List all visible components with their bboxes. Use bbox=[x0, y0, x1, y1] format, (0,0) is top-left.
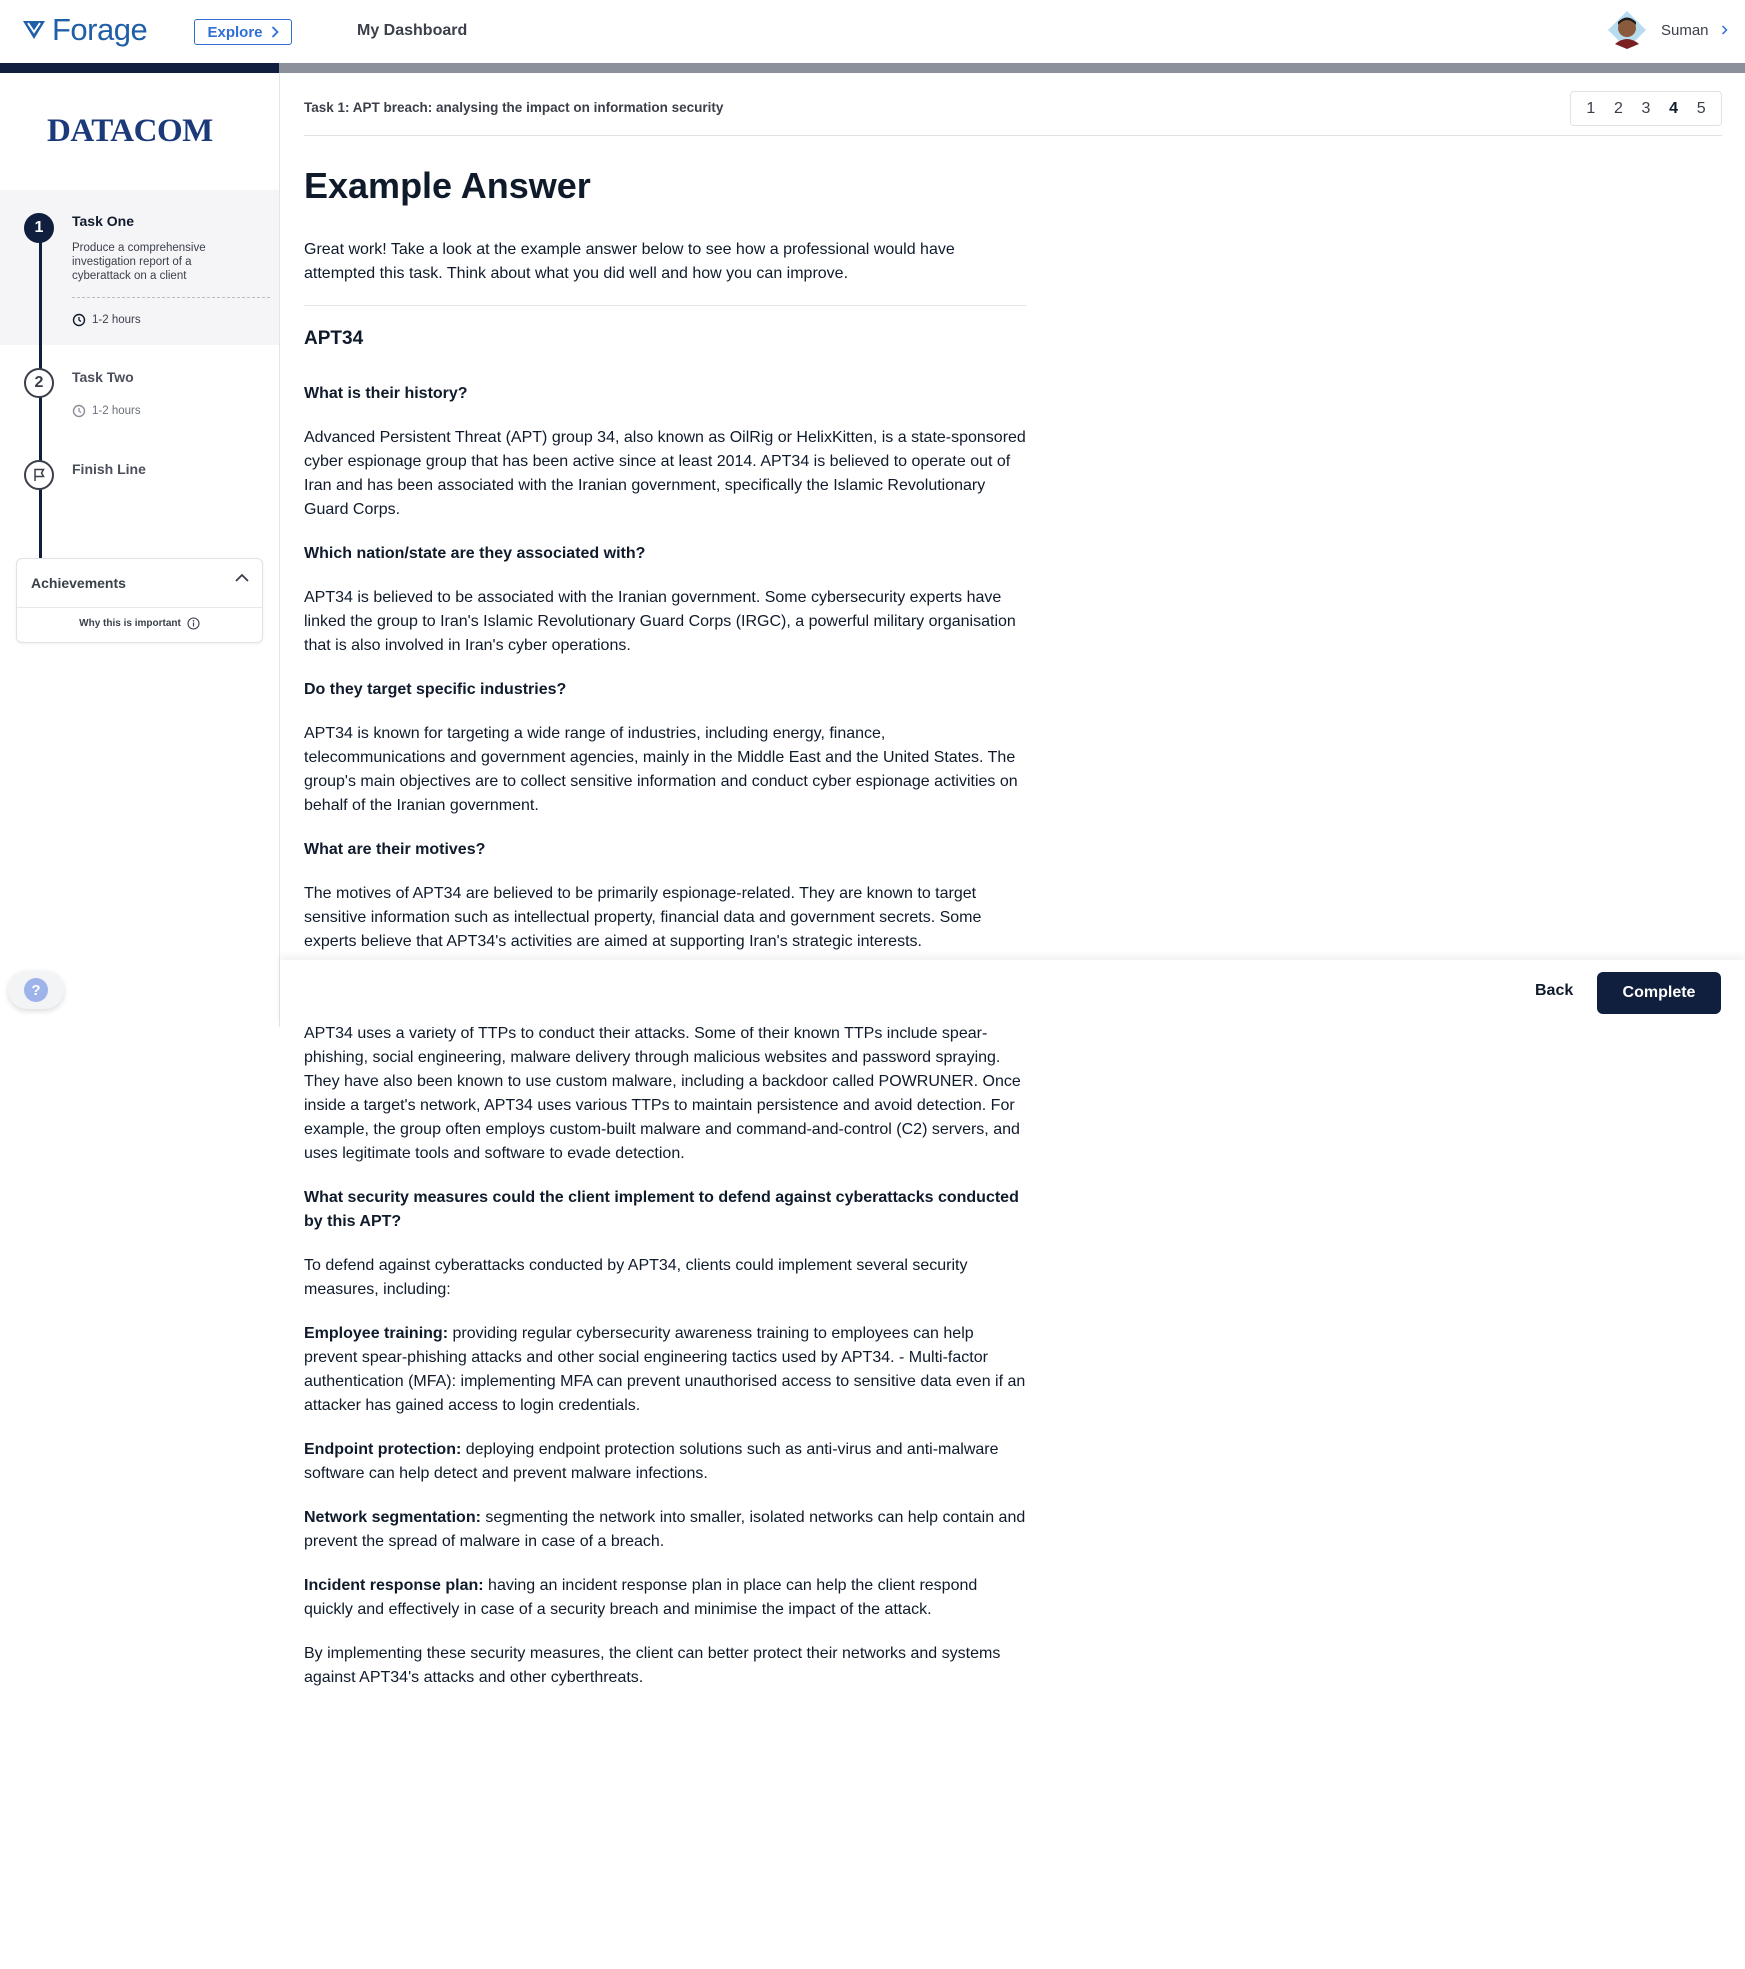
answer-nation: APT34 is believed to be associated with … bbox=[304, 589, 1016, 654]
answer-motives: The motives of APT34 are believed to be … bbox=[304, 885, 982, 950]
help-icon: ? bbox=[24, 978, 48, 1002]
content-divider bbox=[304, 305, 1026, 306]
divider bbox=[72, 297, 270, 298]
my-dashboard-link[interactable]: My Dashboard bbox=[357, 22, 467, 40]
forage-logo-icon bbox=[23, 21, 45, 39]
why-important-label: Why this is important bbox=[79, 618, 181, 629]
measure-employee-training: Employee training: providing regular cyb… bbox=[304, 1322, 1026, 1418]
explore-label: Explore bbox=[207, 23, 263, 41]
measure-label: Employee training: bbox=[304, 1325, 449, 1342]
task-two-duration: 1-2 hours bbox=[72, 404, 141, 418]
header-divider bbox=[304, 135, 1722, 136]
sidebar: DATACOM 1 Task One Produce a comprehensi… bbox=[0, 73, 280, 1027]
finish-line-step bbox=[24, 460, 54, 490]
answer-industries: APT34 is known for targeting a wide rang… bbox=[304, 725, 1018, 814]
pager-step-5[interactable]: 5 bbox=[1690, 100, 1712, 118]
step-number-1: 1 bbox=[24, 213, 54, 243]
measure-network-segmentation: Network segmentation: segmenting the net… bbox=[304, 1506, 1026, 1554]
achievements-title: Achievements bbox=[31, 575, 126, 591]
avatar bbox=[1607, 10, 1647, 50]
task-pager: 1 2 3 4 5 bbox=[1570, 91, 1722, 126]
measure-label: Endpoint protection: bbox=[304, 1441, 462, 1458]
measure-endpoint-protection: Endpoint protection: deploying endpoint … bbox=[304, 1438, 1026, 1486]
closing-text: By implementing these security measures,… bbox=[304, 1645, 1001, 1686]
achievements-panel: Achievements Why this is important bbox=[16, 558, 263, 643]
back-button[interactable]: Back bbox=[1535, 982, 1573, 1000]
measure-label: Incident response plan: bbox=[304, 1577, 484, 1594]
finish-line-title[interactable]: Finish Line bbox=[72, 461, 146, 477]
task-two-title[interactable]: Task Two bbox=[72, 369, 134, 385]
step-number-2: 2 bbox=[24, 368, 54, 398]
duration-label: 1-2 hours bbox=[92, 314, 141, 326]
section-title: APT34 bbox=[304, 328, 364, 349]
progress-fill bbox=[0, 63, 280, 73]
clock-icon bbox=[72, 404, 86, 418]
page-title: Example Answer bbox=[304, 165, 591, 206]
chevron-right-icon bbox=[271, 26, 279, 38]
progress-bar bbox=[0, 63, 1745, 73]
pager-step-3[interactable]: 3 bbox=[1635, 100, 1657, 118]
task-one-duration: 1-2 hours bbox=[72, 313, 141, 327]
info-icon bbox=[187, 617, 200, 630]
flag-icon bbox=[34, 468, 45, 481]
measure-incident-response: Incident response plan: having an incide… bbox=[304, 1574, 1026, 1622]
complete-button[interactable]: Complete bbox=[1597, 972, 1721, 1014]
explore-button[interactable]: Explore bbox=[194, 19, 292, 45]
user-name: Suman bbox=[1661, 21, 1709, 39]
question-industries: Do they target specific industries? bbox=[304, 681, 567, 698]
duration-label: 1-2 hours bbox=[92, 405, 141, 417]
task-one-title[interactable]: Task One bbox=[72, 213, 134, 229]
forage-logo[interactable]: Forage bbox=[22, 10, 148, 50]
breadcrumb: Task 1: APT breach: analysing the impact… bbox=[304, 100, 724, 115]
measure-label: Network segmentation: bbox=[304, 1509, 481, 1526]
why-important-link[interactable]: Why this is important bbox=[17, 617, 262, 630]
company-logo: DATACOM bbox=[47, 113, 213, 149]
help-button[interactable]: ? bbox=[8, 971, 64, 1009]
question-history: What is their history? bbox=[304, 385, 468, 402]
answer-ttps: APT34 uses a variety of TTPs to conduct … bbox=[304, 1025, 1021, 1162]
pager-step-2[interactable]: 2 bbox=[1607, 100, 1629, 118]
intro-text: Great work! Take a look at the example a… bbox=[304, 241, 955, 282]
achievements-header[interactable]: Achievements bbox=[17, 559, 262, 608]
logo-text: Forage bbox=[52, 12, 148, 47]
action-bar: Back Complete bbox=[280, 960, 1745, 1027]
answer-security-measures: To defend against cyberattacks conducted… bbox=[304, 1257, 968, 1298]
question-nation: Which nation/state are they associated w… bbox=[304, 545, 646, 562]
answer-history: Advanced Persistent Threat (APT) group 3… bbox=[304, 429, 1026, 518]
chevron-right-icon bbox=[1721, 25, 1728, 35]
answer-content: Example Answer Great work! Take a look a… bbox=[304, 162, 1026, 1690]
question-motives: What are their motives? bbox=[304, 841, 486, 858]
question-security-measures: What security measures could the client … bbox=[304, 1189, 1019, 1230]
chevron-up-icon bbox=[235, 573, 249, 582]
top-nav: Forage Explore My Dashboard Suman bbox=[0, 0, 1745, 63]
task-one-description: Produce a comprehensive investigation re… bbox=[72, 242, 206, 282]
pager-step-4[interactable]: 4 bbox=[1663, 100, 1685, 118]
pager-step-1[interactable]: 1 bbox=[1580, 100, 1602, 118]
user-menu[interactable]: Suman bbox=[1607, 10, 1728, 50]
clock-icon bbox=[72, 313, 86, 327]
